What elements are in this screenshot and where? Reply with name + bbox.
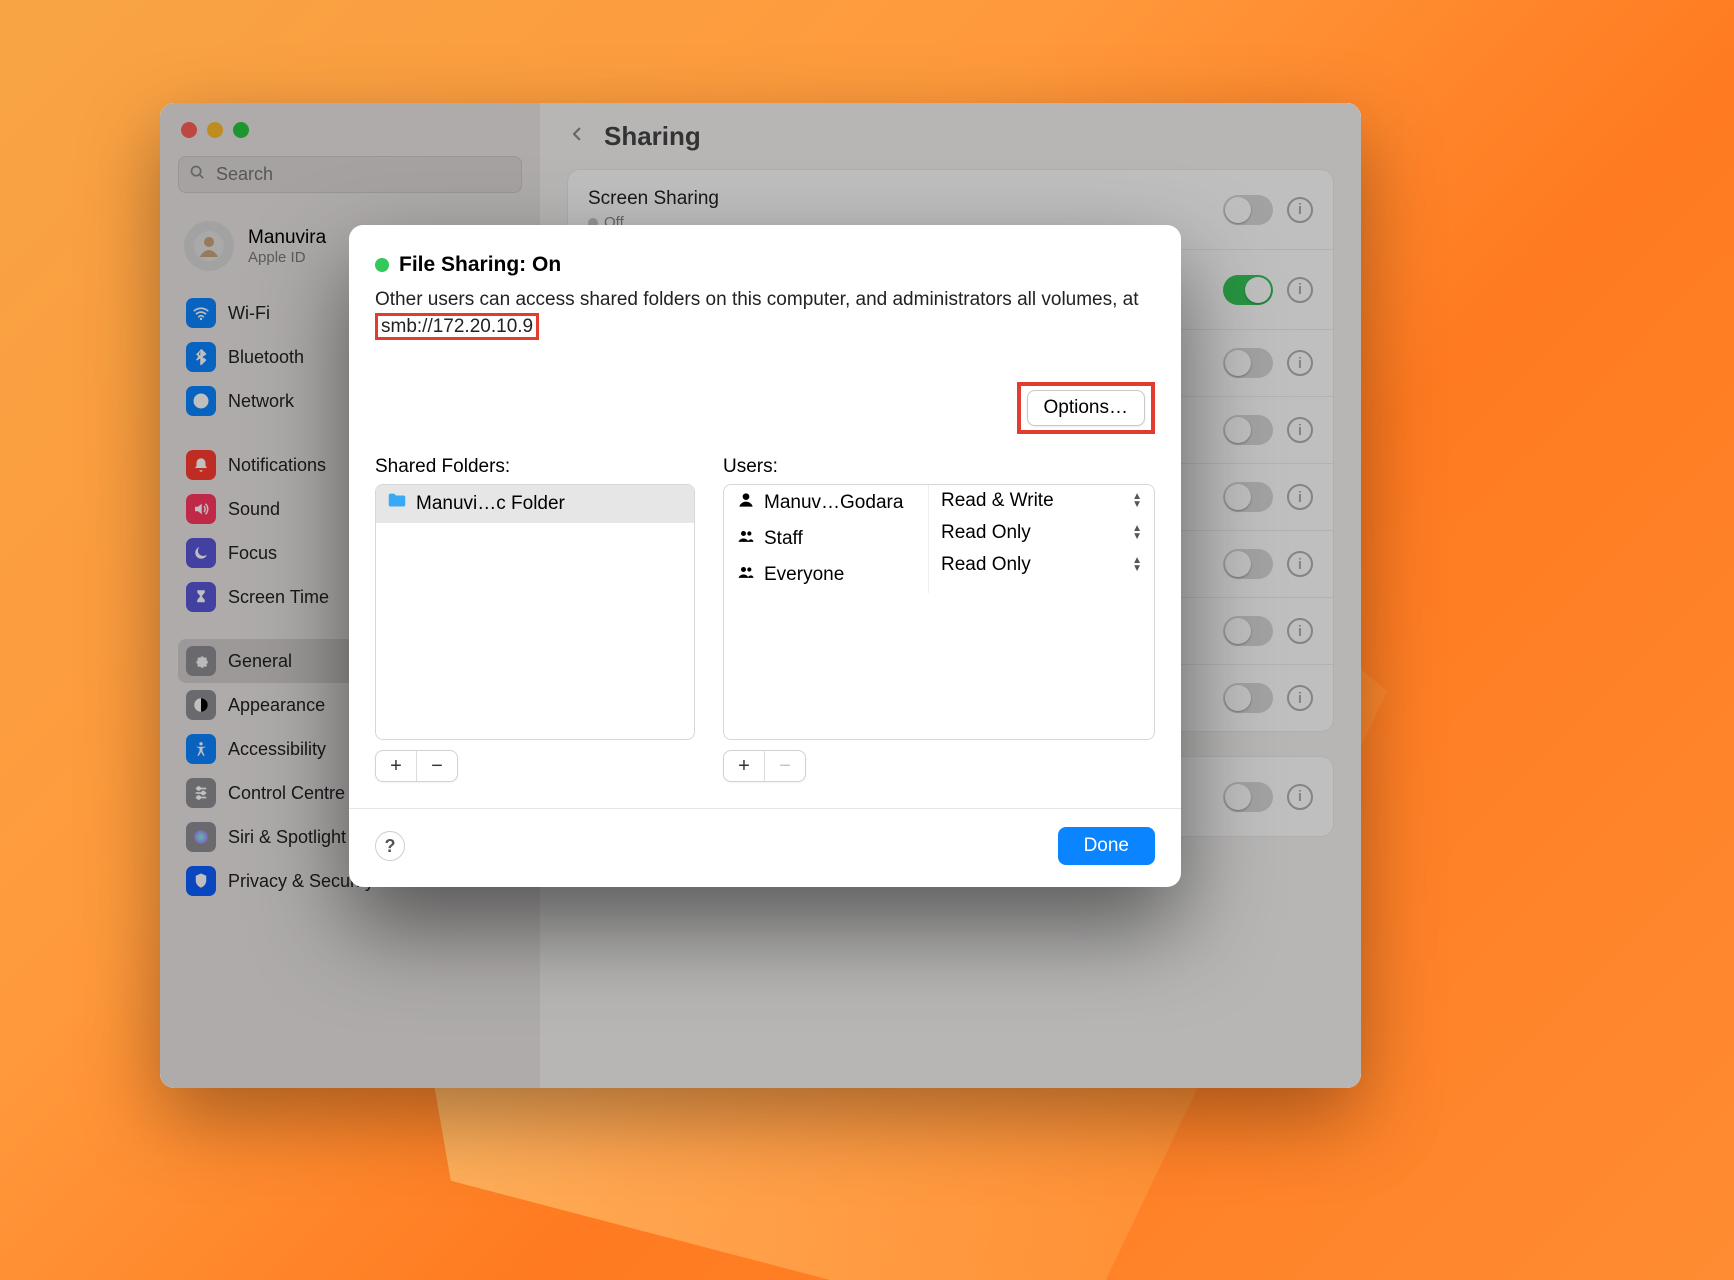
add-user-button[interactable]: + <box>724 751 764 781</box>
user-row[interactable]: Manuv…Godara <box>724 485 928 521</box>
folder-label: Manuvi…c Folder <box>416 493 565 515</box>
permission-select[interactable]: Read Only ▲▼ <box>929 549 1154 581</box>
permission-value: Read Only <box>941 554 1031 576</box>
remove-user-button[interactable]: − <box>764 751 805 781</box>
permission-select[interactable]: Read & Write ▲▼ <box>929 485 1154 517</box>
folders-addremove: + − <box>375 750 458 782</box>
shared-folders-list[interactable]: Manuvi…c Folder <box>375 484 695 740</box>
person-icon <box>736 490 756 516</box>
users-addremove: + − <box>723 750 806 782</box>
permission-select[interactable]: Read Only ▲▼ <box>929 517 1154 549</box>
stepper-icon: ▲▼ <box>1132 525 1142 541</box>
smb-url-highlight: smb://172.20.10.9 <box>375 313 539 341</box>
done-button[interactable]: Done <box>1058 827 1155 865</box>
shared-folders-heading: Shared Folders: <box>375 456 695 478</box>
permission-value: Read & Write <box>941 490 1054 512</box>
sheet-title-row: File Sharing: On <box>375 253 1155 277</box>
permission-value: Read Only <box>941 522 1031 544</box>
remove-folder-button[interactable]: − <box>416 751 457 781</box>
stepper-icon: ▲▼ <box>1132 557 1142 573</box>
on-indicator <box>375 258 389 272</box>
user-row[interactable]: Everyone <box>724 557 928 593</box>
group-icon <box>736 562 756 588</box>
file-sharing-sheet: File Sharing: On Other users can access … <box>349 225 1181 887</box>
user-name: Manuv…Godara <box>764 492 903 514</box>
options-highlight-box: Options… <box>1017 382 1155 434</box>
users-heading: Users: <box>723 456 1155 478</box>
add-folder-button[interactable]: + <box>376 751 416 781</box>
options-button[interactable]: Options… <box>1027 390 1145 426</box>
wallpaper: Manuvira Apple ID Wi-FiBluetoothNetworkN… <box>0 0 1734 1280</box>
help-button[interactable]: ? <box>375 831 405 861</box>
stepper-icon: ▲▼ <box>1132 493 1142 509</box>
user-row[interactable]: Staff <box>724 521 928 557</box>
folder-icon <box>386 490 408 518</box>
shared-folder-row[interactable]: Manuvi…c Folder <box>376 485 694 523</box>
users-list[interactable]: Manuv…Godara Staff Everyone Read & Write ▲▼… <box>723 484 1155 740</box>
user-name: Everyone <box>764 564 844 586</box>
user-name: Staff <box>764 528 803 550</box>
sheet-title: File Sharing: On <box>399 253 561 277</box>
sheet-description: Other users can access shared folders on… <box>375 287 1155 340</box>
group-icon <box>736 526 756 552</box>
